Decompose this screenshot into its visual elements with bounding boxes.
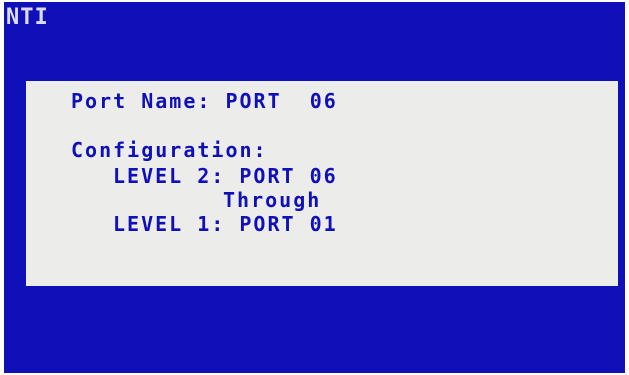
level-2-line: LEVEL 2: PORT 06 xyxy=(113,164,338,188)
through-line: Through xyxy=(223,188,322,212)
osd-screen: NTI Port Name: PORT 06 Configuration: LE… xyxy=(4,2,625,373)
monitor-bezel: NTI Port Name: PORT 06 Configuration: LE… xyxy=(0,0,629,375)
level-1-line: LEVEL 1: PORT 01 xyxy=(113,212,338,236)
port-info-panel: Port Name: PORT 06 Configuration: LEVEL … xyxy=(26,81,618,286)
port-name-line: Port Name: PORT 06 xyxy=(71,89,338,113)
nti-logo: NTI xyxy=(6,5,49,30)
configuration-heading: Configuration: xyxy=(71,138,268,162)
